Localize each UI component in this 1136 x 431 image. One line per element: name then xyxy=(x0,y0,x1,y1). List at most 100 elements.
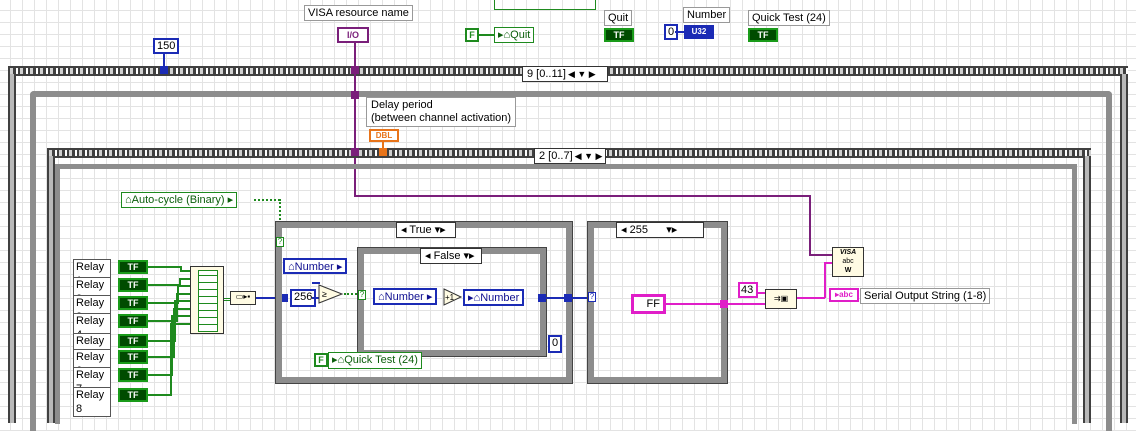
wire-pink xyxy=(728,303,766,305)
quicktest-false-constant[interactable]: F xyxy=(314,353,328,367)
concatenate-icon: ⇉▣ xyxy=(773,294,789,303)
delay-period-label: Delay period (between channel activation) xyxy=(366,97,517,127)
visa-write-node[interactable]: VISA abc W xyxy=(832,247,864,277)
bool-array-to-number-node[interactable]: ▭▸▪ xyxy=(230,291,256,305)
wire-green xyxy=(177,285,190,287)
outer-sequence-right-border xyxy=(1120,74,1128,423)
string-constant-43[interactable]: 43 xyxy=(738,282,758,298)
relay-terminal[interactable]: TF xyxy=(118,278,148,292)
house-icon: ⌂ xyxy=(125,194,132,206)
inner-sequence-right-border xyxy=(1083,156,1091,423)
false-constant[interactable]: F xyxy=(465,28,479,42)
greater-or-equal-node[interactable]: ≥ xyxy=(318,284,344,304)
delay-dbl-terminal[interactable]: DBL xyxy=(369,129,399,142)
inner-sequence-selector[interactable]: 2 [0..7] ◀ ▼ ▶ xyxy=(534,148,606,164)
wire-green xyxy=(175,292,190,295)
quit-indicator-label: Quit xyxy=(604,10,633,26)
selector-arrows-icon: ◀ ▼ ▶ xyxy=(574,151,603,161)
number-local-variable[interactable]: ⌂Number ▸ xyxy=(283,258,348,274)
numeric-constant-0[interactable]: 0 xyxy=(548,335,563,353)
quit-ref-frame xyxy=(494,0,596,10)
quit-local-label: Quit xyxy=(510,29,531,41)
string-constant-ff[interactable]: FF xyxy=(631,294,666,314)
wire-green xyxy=(180,270,190,272)
selector-arrows-icon: ◀ ▼ ▶ xyxy=(567,69,596,79)
wire-blue xyxy=(546,297,566,299)
tunnel-delay xyxy=(379,148,387,156)
tunnel-string xyxy=(720,300,728,308)
build-array-node[interactable] xyxy=(190,266,224,334)
case-true-selector[interactable]: ◂ True ▾▸ xyxy=(396,222,456,238)
increment-node[interactable]: +1 xyxy=(443,288,463,306)
wire-green xyxy=(479,34,495,36)
visa-write-text: VISA xyxy=(839,249,857,256)
relay-terminal[interactable]: TF xyxy=(118,314,148,328)
wire-green xyxy=(172,307,190,310)
outer-sequence-selector[interactable]: 9 [0..11] ◀ ▼ ▶ xyxy=(522,66,608,82)
quicktest-local-label: Quick Test (24) xyxy=(344,354,418,366)
wire-green xyxy=(148,266,180,268)
build-array-icon xyxy=(198,270,218,332)
number-write-local[interactable]: ▸⌂Number xyxy=(463,289,525,306)
numeric-constant-150[interactable]: 150 xyxy=(153,38,180,54)
arrow-right-icon: ▸ xyxy=(333,261,343,273)
wire-bool-dotted xyxy=(254,199,280,201)
auto-cycle-label: Auto-cycle (Binary) xyxy=(131,194,225,206)
number-indicator-label: Number xyxy=(683,7,731,23)
tunnel-number-out xyxy=(564,294,572,302)
case-selector-terminal: ? xyxy=(276,237,284,247)
relay-terminal[interactable]: TF xyxy=(118,368,148,382)
inner-sequence-left-border xyxy=(47,156,55,423)
tunnel-visa-inner xyxy=(351,148,359,156)
delay-line1: Delay period xyxy=(371,99,433,111)
relay-terminal[interactable]: TF xyxy=(118,334,148,348)
visa-resource-label: VISA resource name xyxy=(304,5,413,21)
quit-local-variable[interactable]: ▸⌂Quit xyxy=(494,27,535,43)
arrow-left-icon: ◂ xyxy=(621,224,630,236)
case-selector-terminal: ? xyxy=(588,292,596,302)
wire-green xyxy=(169,322,172,396)
auto-cycle-local-variable[interactable]: ⌂Auto-cycle (Binary) ▸ xyxy=(121,192,238,208)
number-write-label: Number xyxy=(480,292,520,304)
case-false-selector[interactable]: ◂ False ▾▸ xyxy=(420,248,482,264)
wire-green xyxy=(171,315,190,317)
serial-output-indicator[interactable]: ▸abc xyxy=(829,288,859,302)
relay-terminal[interactable]: TF xyxy=(118,388,148,402)
relay-terminal[interactable]: TF xyxy=(118,260,148,274)
wire-visa xyxy=(809,254,833,256)
relay-label: Relay 8 xyxy=(73,387,111,417)
quit-indicator-terminal[interactable]: TF xyxy=(604,28,634,42)
wire-green xyxy=(148,284,179,286)
quicktest-local-variable[interactable]: ▸⌂Quick Test (24) xyxy=(328,352,422,369)
house-icon: ⌂ xyxy=(288,261,295,273)
comparison-icon: ≥ xyxy=(318,284,344,304)
visa-resource-terminal[interactable]: I/O xyxy=(337,27,369,43)
tunnel-visa xyxy=(351,91,359,99)
house-icon: ▸⌂ xyxy=(498,29,511,41)
chevron-down-icon: ▾▸ xyxy=(647,224,678,236)
tunnel-number-out xyxy=(538,294,546,302)
inner-sequence-selector-text: 2 [0..7] xyxy=(539,150,573,162)
number-local-label: Number xyxy=(294,261,334,273)
tunnel-150 xyxy=(160,66,168,74)
concatenate-strings-node[interactable]: ⇉▣ xyxy=(765,289,797,309)
visa-write-abc: abc xyxy=(842,258,854,265)
serial-abc-tag: abc xyxy=(839,290,853,299)
quicktest-indicator-terminal[interactable]: TF xyxy=(748,28,778,42)
relay-terminal[interactable]: TF xyxy=(118,296,148,310)
outer-sequence-left-border xyxy=(8,74,16,423)
case-true-selector-text: True xyxy=(409,224,432,236)
number-indicator-terminal[interactable]: U32 xyxy=(684,25,714,39)
case-255-selector[interactable]: ◂ 255 ▾▸ xyxy=(616,222,704,238)
case-255-selector-text: 255 xyxy=(629,224,648,236)
array-convert-icon: ▭▸▪ xyxy=(235,292,251,301)
wire-green xyxy=(169,322,190,325)
wire-green xyxy=(148,374,171,376)
arrow-right-icon: ▸ xyxy=(224,194,234,206)
number-read-local[interactable]: ⌂Number ▸ xyxy=(373,288,438,305)
chevron-down-icon: ▾▸ xyxy=(460,250,475,262)
house-icon: ⌂ xyxy=(378,291,385,303)
wire-pink xyxy=(824,262,826,298)
relay-terminal[interactable]: TF xyxy=(118,350,148,364)
number-read-label: Number xyxy=(384,291,424,303)
